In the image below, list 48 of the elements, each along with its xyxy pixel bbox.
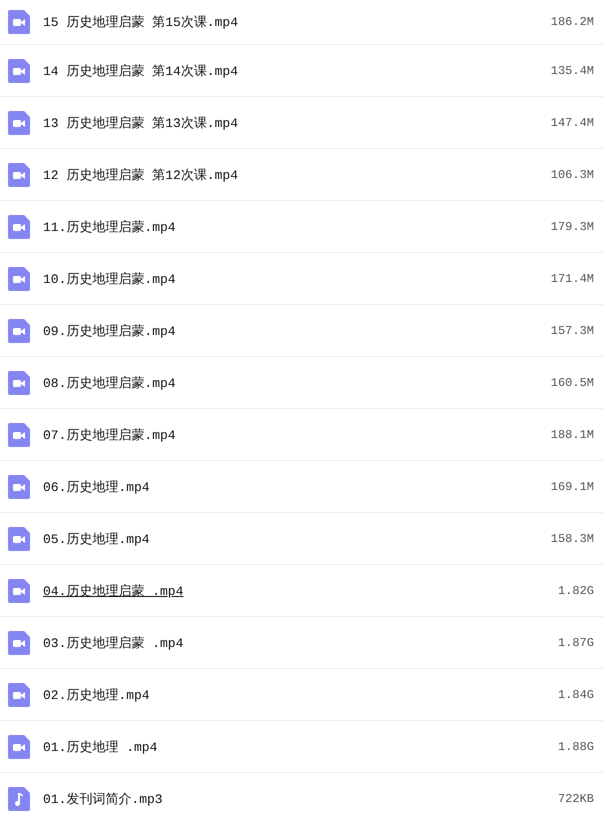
video-file-icon	[8, 578, 30, 602]
video-file-icon	[8, 422, 30, 446]
file-size: 135.4M	[550, 64, 594, 78]
file-name[interactable]: 04.历史地理启蒙 .mp4	[43, 582, 558, 600]
video-file-icon	[8, 266, 30, 290]
video-file-icon	[8, 10, 30, 34]
file-name[interactable]: 11.历史地理启蒙.mp4	[43, 218, 551, 236]
video-file-icon	[8, 526, 30, 550]
file-size: 169.1M	[550, 480, 594, 494]
file-size: 1.88G	[558, 740, 594, 754]
video-file-icon	[8, 162, 30, 186]
file-size: 722KB	[558, 792, 594, 806]
file-size: 147.4M	[550, 116, 594, 130]
file-name[interactable]: 01.发刊词简介.mp3	[43, 790, 558, 808]
file-name[interactable]: 01.历史地理 .mp4	[43, 738, 558, 756]
file-size: 1.87G	[558, 636, 594, 650]
video-file-icon	[8, 682, 30, 706]
file-name[interactable]: 12 历史地理启蒙 第12次课.mp4	[43, 166, 551, 184]
file-name[interactable]: 13 历史地理启蒙 第13次课.mp4	[43, 114, 551, 132]
file-size: 106.3M	[550, 168, 594, 182]
video-file-icon	[8, 214, 30, 238]
file-name[interactable]: 02.历史地理.mp4	[43, 686, 558, 704]
file-size: 157.3M	[550, 324, 594, 338]
file-size: 171.4M	[550, 272, 594, 286]
video-file-icon	[8, 734, 30, 758]
file-name[interactable]: 14 历史地理启蒙 第14次课.mp4	[43, 62, 551, 80]
file-name[interactable]: 15 历史地理启蒙 第15次课.mp4	[43, 13, 551, 31]
video-file-icon	[8, 630, 30, 654]
file-name[interactable]: 05.历史地理.mp4	[43, 530, 551, 548]
file-name[interactable]: 08.历史地理启蒙.mp4	[43, 374, 551, 392]
video-file-icon	[8, 110, 30, 134]
file-name[interactable]: 09.历史地理启蒙.mp4	[43, 322, 551, 340]
file-size: 1.82G	[558, 584, 594, 598]
video-file-icon	[8, 318, 30, 342]
file-name[interactable]: 07.历史地理启蒙.mp4	[43, 426, 551, 444]
file-size: 1.84G	[558, 688, 594, 702]
file-name[interactable]: 10.历史地理启蒙.mp4	[43, 270, 551, 288]
file-size: 160.5M	[550, 376, 594, 390]
video-file-icon	[8, 58, 30, 82]
video-file-icon	[8, 474, 30, 498]
file-size: 188.1M	[550, 428, 594, 442]
file-name[interactable]: 06.历史地理.mp4	[43, 478, 551, 496]
video-file-icon	[8, 370, 30, 394]
file-name[interactable]: 03.历史地理启蒙 .mp4	[43, 634, 558, 652]
file-size: 158.3M	[550, 532, 594, 546]
audio-file-icon	[8, 786, 30, 810]
file-size: 179.3M	[550, 220, 594, 234]
file-size: 186.2M	[550, 15, 594, 29]
